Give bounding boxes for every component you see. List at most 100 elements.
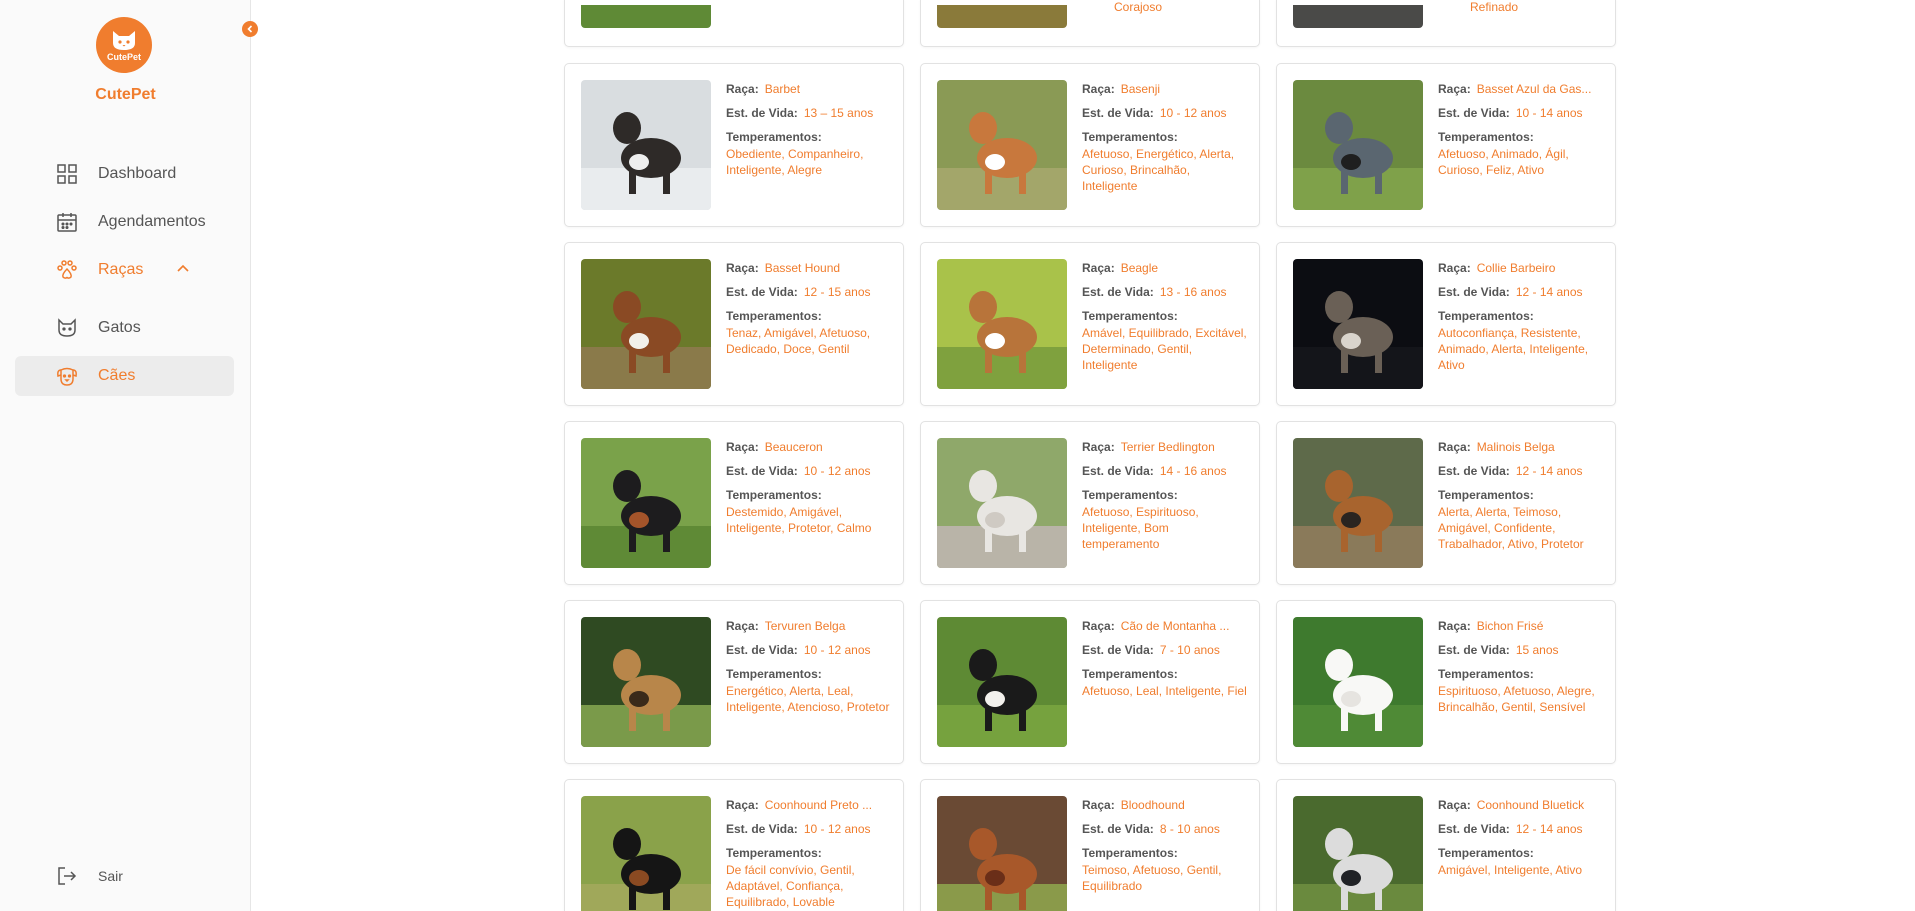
life-value: 12 - 15 anos (803, 285, 871, 299)
life-label: Est. de Vida: (1438, 106, 1510, 120)
breed-card-partial[interactable] (564, 0, 904, 47)
dog-photo (937, 796, 1067, 911)
life-label: Est. de Vida: (1438, 822, 1510, 836)
temperaments-value: Destemido, Amigável, Inteligente, Protet… (726, 505, 872, 535)
breed-info: Raça: Malinois Belga Est. de Vida: 12 - 14… (1438, 440, 1603, 552)
breed-card-partial[interactable]: Corajoso (920, 0, 1260, 47)
temperaments-value: De fácil convívio, Gentil, Adaptável, Co… (726, 863, 855, 909)
temperaments-value: Afetuoso, Animado, Ágil, Curioso, Feliz,… (1438, 147, 1569, 177)
breed-info: Raça: Basenji Est. de Vida: 10 - 12 anos T… (1082, 82, 1247, 194)
dog-photo (937, 5, 1067, 28)
life-label: Est. de Vida: (1082, 106, 1154, 120)
sidebar: CutePet CutePet Dashboard Agendamentos R… (0, 0, 251, 911)
breed-info: Raça: Terrier Bedlington Est. de Vida: 14 … (1082, 440, 1247, 552)
breed-value: Malinois Belga (1476, 440, 1555, 454)
dog-photo (581, 438, 711, 568)
breed-label: Raça: (726, 440, 759, 454)
temperaments-label: Temperamentos: (1438, 130, 1534, 144)
logout-button[interactable]: Sair (15, 856, 234, 896)
sidebar-item-caes[interactable]: Cães (15, 356, 234, 396)
temperaments-value: Energético, Alerta, Leal, Inteligente, A… (726, 684, 890, 714)
temperaments-label: Temperamentos: (1438, 488, 1534, 502)
breed-card[interactable]: Raça: Coonhound Bluetick Est. de Vida: 12 … (1276, 779, 1616, 911)
collapse-sidebar-button[interactable] (242, 21, 258, 37)
logo: CutePet (96, 17, 152, 73)
breed-info: Raça: Beagle Est. de Vida: 13 - 16 anos Te… (1082, 261, 1247, 373)
cat-icon (54, 315, 80, 341)
breed-label: Raça: (1082, 261, 1115, 275)
life-label: Est. de Vida: (726, 285, 798, 299)
life-label: Est. de Vida: (1082, 643, 1154, 657)
breed-value: Coonhound Preto ... (764, 798, 873, 812)
temperaments-value: Refinado (1470, 0, 1519, 14)
breed-card[interactable]: Raça: Basenji Est. de Vida: 10 - 12 anos T… (920, 63, 1260, 227)
breed-value: Collie Barbeiro (1476, 261, 1556, 275)
chevron-up-icon (177, 264, 189, 272)
dog-photo (937, 438, 1067, 568)
chevron-left-icon (247, 25, 253, 33)
breed-label: Raça: (726, 798, 759, 812)
temperaments-value: Teimoso, Afetuoso, Gentil, Equilibrado (1082, 863, 1222, 893)
breed-card[interactable]: Raça: Tervuren Belga Est. de Vida: 10 - 12… (564, 600, 904, 764)
dashboard-icon (54, 161, 80, 187)
breed-card-partial[interactable]: Refinado (1276, 0, 1616, 47)
breed-card[interactable]: Raça: Coonhound Preto ... Est. de Vida: 10… (564, 779, 904, 911)
breed-label: Raça: (1438, 82, 1471, 96)
breed-card[interactable]: Raça: Bloodhound Est. de Vida: 8 - 10 anos… (920, 779, 1260, 911)
breed-label: Raça: (1438, 619, 1471, 633)
logout-label: Sair (98, 868, 123, 884)
life-value: 10 - 12 anos (803, 822, 871, 836)
dog-photo (937, 617, 1067, 747)
dog-photo (1293, 5, 1423, 28)
breed-card[interactable]: Raça: Beauceron Est. de Vida: 10 - 12 anos… (564, 421, 904, 585)
dog-photo (1293, 80, 1423, 210)
breed-info: Raça: Beauceron Est. de Vida: 10 - 12 anos… (726, 440, 891, 536)
breed-card[interactable]: Raça: Bichon Frisé Est. de Vida: 15 anos T… (1276, 600, 1616, 764)
temperaments-label: Temperamentos: (726, 667, 822, 681)
breed-card[interactable]: Raça: Malinois Belga Est. de Vida: 12 - 14… (1276, 421, 1616, 585)
temperaments-label: Temperamentos: (726, 309, 822, 323)
temperaments-value: Afetuoso, Leal, Inteligente, Fiel (1082, 684, 1247, 698)
temperaments-label: Temperamentos: (1438, 846, 1534, 860)
breed-card[interactable]: Raça: Barbet Est. de Vida: 13 – 15 anos Te… (564, 63, 904, 227)
breed-label: Raça: (1082, 798, 1115, 812)
breed-value: Basset Azul da Gas... (1476, 82, 1592, 96)
sidebar-item-label: Agendamentos (98, 213, 206, 230)
dog-photo (1293, 617, 1423, 747)
breed-value: Cão de Montanha ... (1120, 619, 1230, 633)
sidebar-item-gatos[interactable]: Gatos (15, 308, 234, 348)
life-value: 10 - 12 anos (803, 464, 871, 478)
temperaments-label: Temperamentos: (726, 846, 822, 860)
life-label: Est. de Vida: (1438, 285, 1510, 299)
breed-card[interactable]: Raça: Basset Azul da Gas... Est. de Vida:… (1276, 63, 1616, 227)
dog-photo (581, 259, 711, 389)
breed-info: Raça: Coonhound Preto ... Est. de Vida: 10… (726, 798, 891, 910)
breed-card[interactable]: Raça: Collie Barbeiro Est. de Vida: 12 - 1… (1276, 242, 1616, 406)
temperaments-label: Temperamentos: (726, 130, 822, 144)
breed-value: Beauceron (764, 440, 823, 454)
sidebar-item-racas[interactable]: Raças (15, 250, 234, 290)
sidebar-item-agendamentos[interactable]: Agendamentos (15, 202, 234, 242)
life-label: Est. de Vida: (1082, 464, 1154, 478)
temperaments-label: Temperamentos: (1082, 667, 1178, 681)
breed-card[interactable]: Raça: Basset Hound Est. de Vida: 12 - 15 a… (564, 242, 904, 406)
temperaments-value: Autoconfiança, Resistente, Animado, Aler… (1438, 326, 1589, 372)
sidebar-item-dashboard[interactable]: Dashboard (15, 154, 234, 194)
dog-photo (581, 80, 711, 210)
breed-card[interactable]: Raça: Beagle Est. de Vida: 13 - 16 anos Te… (920, 242, 1260, 406)
temperaments-value: Alerta, Alerta, Teimoso, Amigável, Confi… (1438, 505, 1584, 551)
breed-card[interactable]: Raça: Terrier Bedlington Est. de Vida: 14 … (920, 421, 1260, 585)
temperaments-value: Afetuoso, Energético, Alerta, Curioso, B… (1082, 147, 1235, 193)
breed-card[interactable]: Raça: Cão de Montanha ... Est. de Vida: 7 … (920, 600, 1260, 764)
breed-label: Raça: (1082, 82, 1115, 96)
temperaments-value: Obediente, Companheiro, Inteligente, Ale… (726, 147, 864, 177)
sidebar-item-label: Dashboard (98, 165, 177, 182)
dog-photo (1293, 796, 1423, 911)
life-label: Est. de Vida: (1438, 464, 1510, 478)
temperaments-label: Temperamentos: (1082, 130, 1178, 144)
breed-label: Raça: (1082, 440, 1115, 454)
temperaments-label: Temperamentos: (1082, 846, 1178, 860)
breed-value: Barbet (764, 82, 801, 96)
breed-value: Basenji (1120, 82, 1161, 96)
breed-label: Raça: (1438, 798, 1471, 812)
